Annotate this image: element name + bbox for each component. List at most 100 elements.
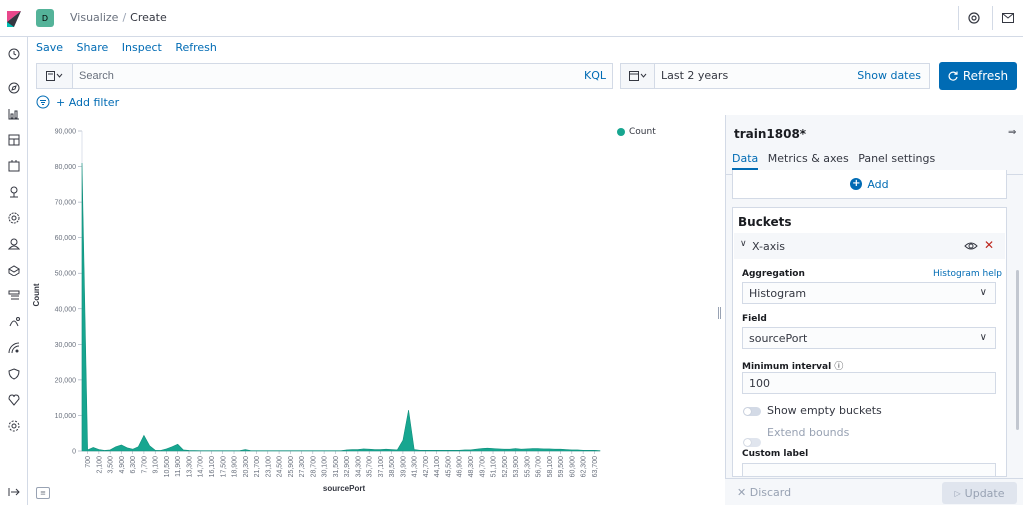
x-tick-label: 45,500 [445, 456, 452, 478]
custom-label-input[interactable] [742, 463, 996, 476]
logs-icon [8, 290, 20, 300]
saved-queries-button[interactable] [37, 64, 73, 88]
aggregation-select[interactable]: Histogram ∨ [742, 282, 996, 304]
nav-management[interactable] [5, 417, 23, 435]
y-axis-label: Count [32, 283, 41, 306]
minimum-interval-input[interactable]: 100 [742, 372, 996, 394]
show-dates-link[interactable]: Show dates [857, 69, 921, 82]
x-tick-label: 39,900 [400, 456, 407, 478]
buckets-title: Buckets [738, 215, 792, 229]
nav-apm[interactable] [5, 313, 23, 331]
newsfeed-button[interactable] [992, 6, 1022, 30]
x-tick-label: 51,100 [491, 456, 498, 478]
query-bar: KQL [36, 63, 613, 89]
nav-monitoring[interactable] [5, 391, 23, 409]
panel-resize-handle[interactable] [718, 307, 721, 319]
question-circle-icon[interactable]: ⓘ [834, 362, 843, 372]
top-header: D Visualize / Create [0, 0, 1023, 37]
editor-sidebar: train1808* ⇒ Data Metrics & axes Panel s… [725, 115, 1023, 505]
breadcrumb-visualize[interactable]: Visualize [70, 11, 118, 24]
eye-icon[interactable] [964, 239, 978, 253]
help-button[interactable] [958, 6, 988, 30]
x-tick-label: 7,700 [141, 456, 148, 474]
update-button[interactable]: ▷ Update [942, 482, 1017, 504]
x-tick-label: 2,100 [96, 456, 103, 474]
refresh-button[interactable]: Refresh [939, 62, 1017, 90]
nav-discover[interactable] [5, 79, 23, 97]
chevron-down-icon: ∨ [740, 239, 747, 249]
y-tick-label: 90,000 [55, 129, 77, 136]
legend-toggle-button[interactable]: ≡ [36, 487, 50, 499]
nav-uptime[interactable] [5, 339, 23, 357]
canvas-icon [8, 160, 20, 172]
sidebar-scrollbar[interactable] [1016, 270, 1019, 430]
nav-recent[interactable] [5, 45, 23, 63]
chart-legend[interactable]: Count [617, 127, 656, 137]
nav-ml[interactable] [5, 209, 23, 227]
kibana-logo-icon[interactable] [0, 0, 28, 37]
nav-users[interactable] [5, 235, 23, 253]
play-icon: ▷ [954, 488, 961, 498]
save-link[interactable]: Save [36, 41, 63, 54]
add-filter-link[interactable]: + Add filter [56, 96, 119, 109]
x-axis-accordion[interactable]: ∨ X-axis ✕ [734, 233, 1005, 259]
x-tick-label: 24,500 [277, 456, 284, 478]
tab-metrics-axes[interactable]: Metrics & axes [768, 152, 849, 168]
x-tick-label: 38,500 [389, 456, 396, 478]
add-metric-button[interactable]: + Add [732, 170, 1007, 199]
field-select[interactable]: sourcePort ∨ [742, 327, 996, 349]
tab-data[interactable]: Data [732, 152, 759, 170]
nav-logs[interactable] [5, 287, 23, 305]
saved-query-icon [45, 71, 62, 81]
nav-siem[interactable] [5, 365, 23, 383]
calendar-icon [628, 71, 646, 81]
tab-panel-settings[interactable]: Panel settings [858, 152, 935, 168]
x-tick-label: 59,500 [558, 456, 565, 478]
x-tick-label: 21,700 [254, 456, 261, 478]
nav-visualize[interactable] [5, 105, 23, 123]
refresh-link[interactable]: Refresh [175, 41, 217, 54]
x-tick-label: 31,500 [333, 456, 340, 478]
date-range-text[interactable]: Last 2 years [661, 69, 728, 82]
x-tick-label: 62,300 [581, 456, 588, 478]
nav-infrastructure[interactable] [5, 261, 23, 279]
show-empty-buckets-label: Show empty buckets [767, 404, 882, 417]
list-icon: ≡ [40, 489, 46, 497]
y-tick-label: 80,000 [55, 164, 77, 171]
x-tick-label: 4,900 [119, 456, 126, 474]
uptime-icon [8, 342, 20, 354]
nav-dashboard[interactable] [5, 131, 23, 149]
quick-date-menu-button[interactable] [621, 64, 655, 88]
x-tick-label: 23,100 [265, 456, 272, 478]
series-area-count[interactable] [81, 162, 601, 452]
index-pattern-title: train1808* [734, 127, 807, 141]
x-tick-label: 11,900 [175, 456, 182, 477]
legend-swatch [617, 128, 625, 136]
x-tick-label: 53,900 [513, 456, 520, 478]
show-empty-buckets-switch[interactable] [743, 407, 761, 416]
collapse-sidebar-icon[interactable]: ⇒ [1008, 127, 1016, 138]
nav-canvas[interactable] [5, 157, 23, 175]
x-tick-label: 35,700 [367, 456, 374, 478]
remove-bucket-icon[interactable]: ✕ [984, 238, 994, 252]
minimum-interval-label: Minimum interval ⓘ [742, 359, 843, 372]
x-tick-label: 28,700 [310, 456, 317, 478]
discard-button[interactable]: ✕ Discard [737, 486, 791, 499]
search-input[interactable] [79, 66, 569, 86]
x-tick-label: 52,500 [502, 456, 509, 478]
x-tick-label: 44,100 [434, 456, 441, 478]
kql-toggle[interactable]: KQL [584, 69, 606, 82]
extend-bounds-switch[interactable] [743, 438, 761, 447]
inspect-link[interactable]: Inspect [122, 41, 162, 54]
nav-maps[interactable] [5, 183, 23, 201]
x-tick-label: 37,100 [378, 456, 385, 478]
dashboard-icon [8, 134, 20, 146]
compass-icon [8, 82, 20, 94]
share-link[interactable]: Share [77, 41, 109, 54]
x-tick-label: 10,500 [164, 456, 171, 478]
histogram-help-link[interactable]: Histogram help [933, 269, 1002, 279]
filter-options-icon[interactable] [36, 95, 50, 109]
nav-collapse[interactable] [5, 483, 23, 501]
space-avatar[interactable]: D [36, 9, 54, 27]
x-tick-label: 25,900 [288, 456, 295, 478]
